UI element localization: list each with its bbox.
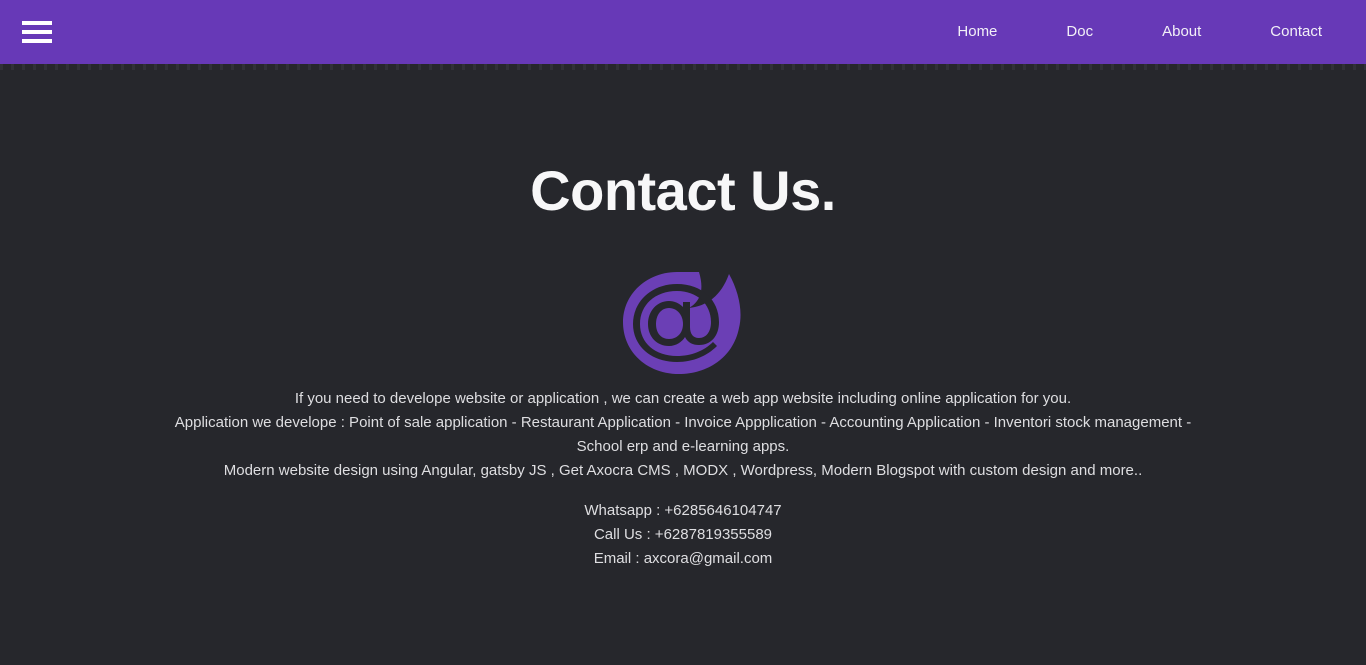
nav-item-home[interactable]: Home: [947, 17, 1007, 47]
description-block: If you need to develope website or appli…: [0, 387, 1366, 483]
hamburger-bar-middle: [22, 30, 52, 34]
at-sign-flame-logo: [0, 266, 1366, 376]
nav-item-contact[interactable]: Contact: [1260, 17, 1332, 47]
contact-whatsapp: Whatsapp : +6285646104747: [584, 502, 782, 519]
description-line-2: Application we develope : Point of sale …: [174, 414, 1192, 455]
contact-email: Email : axcora@gmail.com: [593, 550, 773, 567]
contact-details-block: Whatsapp : +6285646104747 Call Us : +628…: [0, 499, 1366, 571]
site-header: Home Doc About Contact: [0, 0, 1366, 64]
description-line-3: Modern website design using Angular, gat…: [223, 462, 1143, 479]
page-title: Contact Us.: [530, 159, 836, 222]
main-content: Contact Us. If you need to develope webs…: [0, 70, 1366, 571]
contact-phone: Call Us : +6287819355589: [593, 526, 773, 543]
hamburger-bar-top: [22, 21, 52, 25]
description-line-1: If you need to develope website or appli…: [294, 390, 1072, 407]
nav-item-doc[interactable]: Doc: [1056, 17, 1103, 47]
nav-item-about[interactable]: About: [1152, 17, 1211, 47]
hamburger-bar-bottom: [22, 39, 52, 43]
hamburger-menu-icon[interactable]: [22, 21, 52, 43]
primary-navigation: Home Doc About Contact: [947, 17, 1366, 47]
header-left-group: [0, 21, 52, 43]
